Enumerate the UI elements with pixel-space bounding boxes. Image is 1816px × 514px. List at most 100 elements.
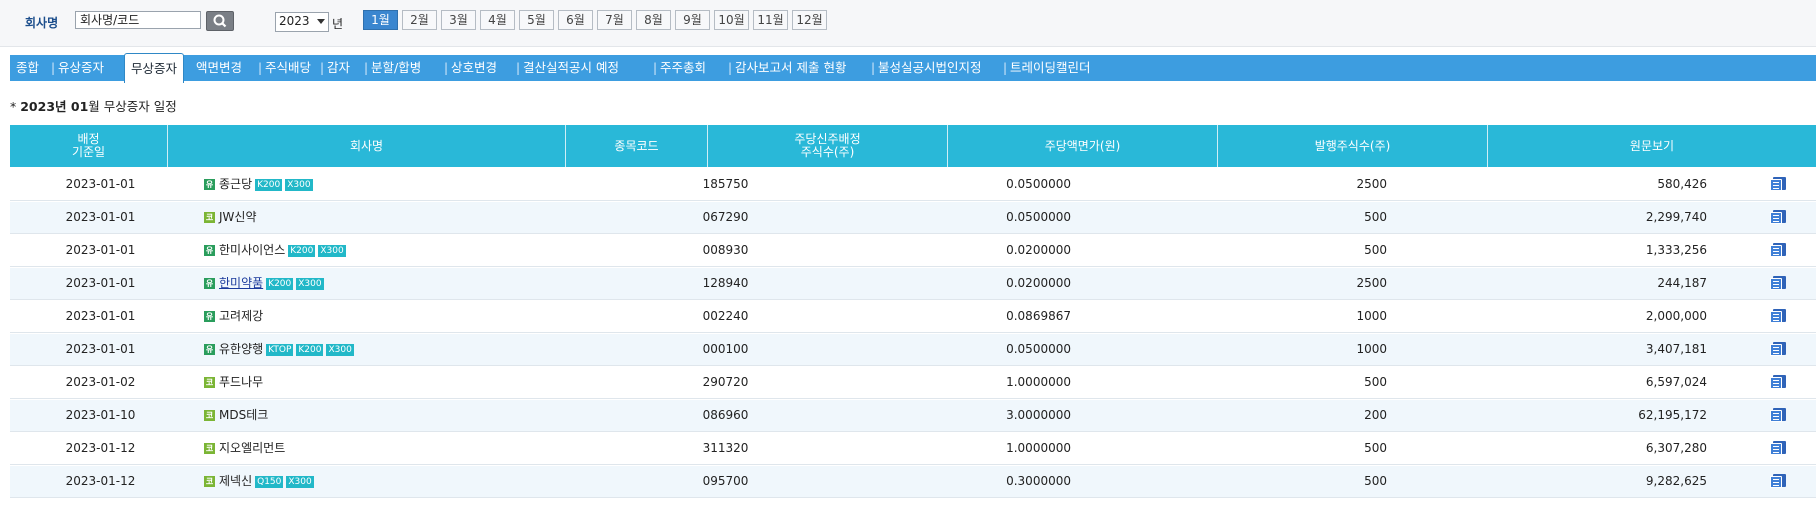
month-button[interactable]: 8월 [636,10,671,30]
table-row: 2023-01-01 코 JW신약 067290 0.0500000 500 2,299,7… [10,202,1816,234]
index-badge: X300 [296,277,324,290]
company-cell: 코 지오엘리먼트 [204,433,644,464]
month-button[interactable]: 9월 [675,10,710,30]
month-button[interactable]: 6월 [558,10,593,30]
month-button[interactable]: 10월 [714,10,749,30]
document-icon [1770,309,1786,323]
document-icon [1770,177,1786,191]
view-document-button[interactable] [1770,400,1798,431]
tab-2[interactable]: 유상증자 [58,55,104,81]
stock-code: 128940 [702,276,749,290]
index-badge: Q150 [255,475,284,488]
tab-1[interactable]: 종합 [16,55,39,81]
year-value: 2023 [279,14,310,28]
table-row: 2023-01-02 코 푸드나무 290720 1.0000000 500 6,597,0… [10,367,1816,399]
tab-13[interactable]: 트레이딩캘린더 [1010,55,1091,81]
section-suffix: 월 무상증자 일정 [88,99,177,114]
index-badge: X300 [286,475,314,488]
company-link[interactable]: 유한양행 [219,342,263,356]
table-row: 2023-01-01 유 종근당 K200 X300 185750 0.0500000 250… [10,169,1816,201]
company-link[interactable]: 한미사이언스 [219,243,285,257]
document-icon [1770,408,1786,422]
month-button[interactable]: 1월 [363,10,398,30]
document-icon [1770,375,1786,389]
tab-8[interactable]: 상호변경 [451,55,497,81]
tab-12[interactable]: 불성실공시법인지정 [878,55,982,81]
tab-3[interactable]: 무상증자 [124,53,185,83]
company-link[interactable]: 고려제강 [219,309,263,323]
stock-code: 290720 [702,375,749,389]
issued-shares: 6,307,280 [1645,441,1707,455]
index-badge: X300 [285,178,313,191]
company-cell: 코 푸드나무 [204,367,644,398]
company-cell: 유 종근당 K200 X300 [204,169,644,200]
tab-11[interactable]: 감사보고서 제출 현황 [735,55,846,81]
view-document-button[interactable] [1770,367,1798,398]
new-shares-ratio: 0.0500000 [1006,342,1071,356]
market-badge: 코 [204,410,215,421]
company-link[interactable]: 종근당 [219,177,252,191]
header-doc: 원문보기 [1629,138,1675,153]
allotment-date: 2023-01-12 [65,441,136,455]
view-document-button[interactable] [1770,235,1798,266]
stock-code: 095700 [702,474,749,488]
stock-code: 000100 [702,342,749,356]
market-badge: 코 [204,212,215,223]
month-button[interactable]: 5월 [519,10,554,30]
par-value: 2500 [1356,276,1387,290]
tab-10[interactable]: 주주총회 [660,55,706,81]
schedule-tab-bar: 종합 | 유상증자 무상증자 액면변경 | 주식배당 | 감자 | 분할/합병 | 상호변경 | 결산실적공… [10,53,1816,83]
stock-code: 008930 [702,243,749,257]
tab-4[interactable]: 액면변경 [196,55,242,81]
view-document-button[interactable] [1770,169,1798,200]
company-link[interactable]: 한미약품 [219,276,263,290]
company-search-input[interactable]: 회사명/코드 [75,11,201,29]
new-shares-ratio: 0.3000000 [1006,474,1071,488]
tab-6[interactable]: 감자 [327,55,350,81]
tab-9[interactable]: 결산실적공시 예정 [523,55,619,81]
stock-code: 311320 [702,441,749,455]
company-link[interactable]: MDS테크 [219,408,268,422]
tab-7[interactable]: 분할/합병 [371,55,421,81]
view-document-button[interactable] [1770,433,1798,464]
company-link[interactable]: JW신약 [219,210,257,224]
company-link[interactable]: 제넥신 [219,474,252,488]
search-button[interactable] [206,11,234,31]
month-button[interactable]: 12월 [792,10,827,30]
table-row: 2023-01-10 코 MDS테크 086960 3.0000000 200 62,195… [10,400,1816,432]
view-document-button[interactable] [1770,334,1798,365]
table-row: 2023-01-12 코 지오엘리먼트 311320 1.0000000 500 6,307… [10,433,1816,465]
par-value: 2500 [1356,177,1387,191]
stock-code: 086960 [702,408,749,422]
header-date: 배정 기준일 [10,125,168,167]
year-select[interactable]: 2023 [275,12,329,32]
company-label: 회사명 [25,16,59,30]
view-document-button[interactable] [1770,268,1798,299]
view-document-button[interactable] [1770,466,1798,497]
month-button[interactable]: 4월 [480,10,515,30]
section-year-month: 2023년 01 [20,99,89,114]
tab-5[interactable]: 주식배당 [265,55,311,81]
par-value: 1000 [1356,309,1387,323]
company-link[interactable]: 지오엘리먼트 [219,441,285,455]
header-company: 회사명 [168,125,566,167]
month-button[interactable]: 11월 [753,10,788,30]
tab-separator: | [444,61,449,75]
company-link[interactable]: 푸드나무 [219,375,263,389]
issued-shares: 9,282,625 [1645,474,1707,488]
header-ratio: 주당신주배정 주식수(주) [708,125,948,167]
month-button[interactable]: 3월 [441,10,476,30]
view-document-button[interactable] [1770,202,1798,233]
table-row: 2023-01-01 유 고려제강 002240 0.0869867 1000 2,000,… [10,301,1816,333]
month-button[interactable]: 7월 [597,10,632,30]
allotment-date: 2023-01-01 [65,309,136,323]
allotment-date: 2023-01-12 [65,474,136,488]
chevron-down-icon [317,19,325,24]
company-cell: 코 MDS테크 [204,400,644,431]
par-value: 500 [1364,243,1387,257]
market-badge: 유 [204,311,215,322]
new-shares-ratio: 0.0500000 [1006,177,1071,191]
view-document-button[interactable] [1770,301,1798,332]
month-button[interactable]: 2월 [402,10,437,30]
search-icon [213,14,227,28]
